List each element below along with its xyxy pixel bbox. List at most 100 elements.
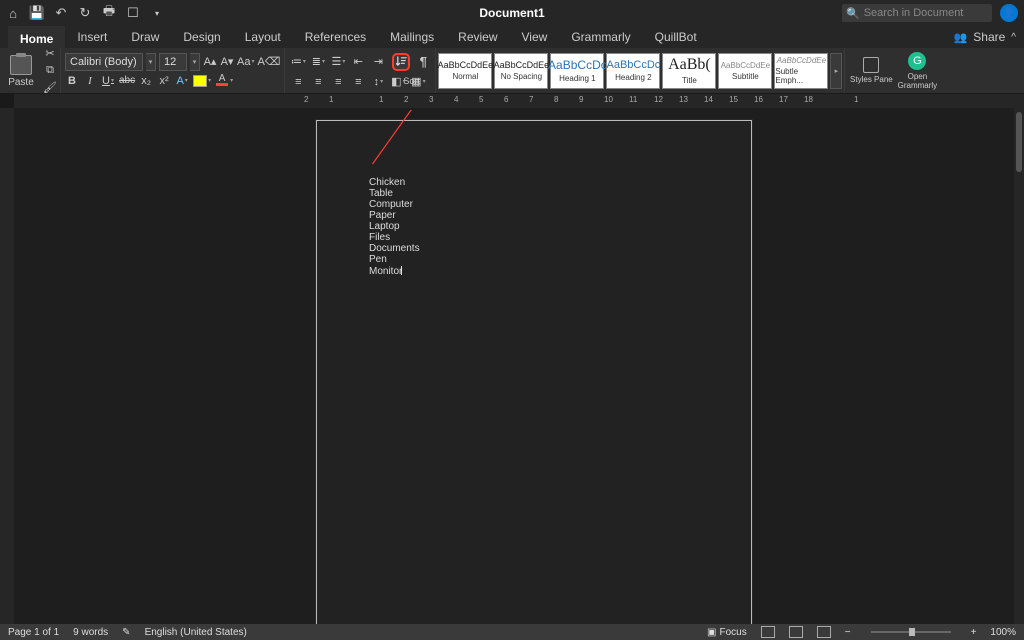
font-color-button[interactable]: A▾ [215, 73, 233, 89]
canvas-area[interactable]: ChickenTableComputerPaperLaptopFilesDocu… [14, 108, 1024, 624]
doc-line[interactable]: Laptop [369, 221, 699, 232]
italic-button[interactable]: I [83, 73, 97, 89]
undo-icon[interactable]: ↶ [54, 6, 68, 20]
tab-insert[interactable]: Insert [65, 26, 119, 48]
zoom-out-button[interactable]: − [845, 627, 851, 638]
ruler-tick: 7 [529, 95, 533, 104]
style-heading-2[interactable]: AaBbCcDcHeading 2 [606, 53, 660, 89]
tab-review[interactable]: Review [446, 26, 509, 48]
tab-quillbot[interactable]: QuillBot [643, 26, 709, 48]
style-subtitle[interactable]: AaBbCcDdEeSubtitle [718, 53, 772, 89]
doc-line[interactable]: Documents [369, 243, 699, 254]
search-input[interactable]: 🔍 Search in Document [842, 4, 992, 22]
open-grammarly-button[interactable]: G Open Grammarly [895, 50, 939, 92]
share-quick-icon[interactable]: ☐ [126, 6, 140, 20]
strike-button[interactable]: abc [119, 73, 135, 89]
align-left-icon[interactable]: ≡ [289, 74, 307, 90]
align-right-icon[interactable]: ≡ [329, 74, 347, 90]
profile-avatar[interactable]: 👤 [1000, 4, 1018, 22]
decrease-indent-icon[interactable]: ⇤ [349, 54, 367, 70]
tab-design[interactable]: Design [171, 26, 232, 48]
align-center-icon[interactable]: ≡ [309, 74, 327, 90]
bullets-icon[interactable]: ≔▾ [289, 54, 307, 70]
web-layout-view-icon[interactable] [789, 626, 803, 638]
ruler-tick: 2 [304, 95, 308, 104]
status-page[interactable]: Page 1 of 1 [8, 627, 59, 638]
redo-icon[interactable]: ↻ [78, 6, 92, 20]
multilevel-icon[interactable]: ☰▾ [329, 54, 347, 70]
zoom-level[interactable]: 100% [990, 627, 1016, 638]
horizontal-ruler[interactable]: 211234567891011121314151617181 [14, 94, 1024, 108]
numbering-icon[interactable]: ≣▾ [309, 54, 327, 70]
format-painter-icon[interactable]: 🖌 [42, 81, 58, 94]
line-spacing-icon[interactable]: ↕▾ [369, 74, 387, 90]
status-language[interactable]: English (United States) [145, 627, 247, 638]
page-content[interactable]: ChickenTableComputerPaperLaptopFilesDocu… [369, 177, 699, 277]
doc-line[interactable]: Paper [369, 210, 699, 221]
increase-indent-icon[interactable]: ⇥ [369, 54, 387, 70]
doc-line[interactable]: Table [369, 188, 699, 199]
clear-format-icon[interactable]: A⌫ [257, 54, 280, 70]
status-words[interactable]: 9 words [73, 627, 108, 638]
doc-line[interactable]: Chicken [369, 177, 699, 188]
change-case-icon[interactable]: Aa▾ [237, 54, 254, 70]
styles-more-button[interactable]: ▸ [830, 53, 842, 89]
qat-more-icon[interactable]: ▾ [150, 6, 164, 20]
sort-button[interactable] [392, 53, 410, 71]
justify-icon[interactable]: ≡ [349, 74, 367, 90]
bold-button[interactable]: B [65, 73, 79, 89]
print-layout-view-icon[interactable] [761, 626, 775, 638]
text-effects-icon[interactable]: A▾ [175, 73, 189, 89]
underline-button[interactable]: U▾ [101, 73, 115, 89]
outline-view-icon[interactable] [817, 626, 831, 638]
doc-line[interactable]: Monitor [369, 265, 699, 277]
doc-line[interactable]: Pen [369, 254, 699, 265]
zoom-slider[interactable] [871, 631, 951, 633]
show-marks-button[interactable]: ¶ [415, 54, 431, 70]
subscript-button[interactable]: x₂ [139, 73, 153, 89]
focus-mode-button[interactable]: ▣Focus [707, 627, 747, 638]
home-icon[interactable]: ⌂ [6, 6, 20, 20]
style-heading-1[interactable]: AaBbCcDcHeading 1 [550, 53, 604, 89]
font-name-dropdown-icon[interactable]: ▾ [146, 53, 156, 71]
tab-grammarly[interactable]: Grammarly [559, 26, 642, 48]
ribbon-collapse-icon[interactable]: ^ [1011, 32, 1016, 43]
tab-draw[interactable]: Draw [119, 26, 171, 48]
paste-button[interactable]: Paste [2, 48, 40, 93]
style-name: Normal [453, 72, 479, 81]
tab-home[interactable]: Home [8, 26, 65, 48]
style-title[interactable]: AaBb(Title [662, 53, 716, 89]
doc-line[interactable]: Files [369, 232, 699, 243]
style-subtle-emph-[interactable]: AaBbCcDdEeSubtle Emph... [774, 53, 828, 89]
tab-references[interactable]: References [293, 26, 378, 48]
font-size-select[interactable]: 12 [159, 53, 187, 71]
tab-view[interactable]: View [510, 26, 560, 48]
highlight-button[interactable]: ▾ [193, 73, 211, 89]
print-icon[interactable]: 🖶 [102, 6, 116, 20]
superscript-button[interactable]: x² [157, 73, 171, 89]
save-icon[interactable]: 💾 [30, 6, 44, 20]
share-button[interactable]: Share [973, 30, 1005, 44]
document-page[interactable]: ChickenTableComputerPaperLaptopFilesDocu… [316, 120, 752, 624]
doc-line[interactable]: Computer [369, 199, 699, 210]
styles-pane-button[interactable]: Styles Pane [849, 50, 893, 92]
scroll-thumb[interactable] [1016, 112, 1022, 172]
font-name-select[interactable]: Calibri (Body) [65, 53, 143, 71]
vertical-scrollbar[interactable] [1014, 108, 1024, 624]
shrink-font-icon[interactable]: A▾ [220, 54, 234, 70]
vertical-ruler[interactable] [0, 108, 14, 624]
style-preview: AaBbCcDc [548, 58, 607, 72]
grow-font-icon[interactable]: A▴ [203, 54, 217, 70]
ribbon-right: Styles Pane G Open Grammarly [845, 48, 943, 93]
zoom-in-button[interactable]: + [971, 627, 977, 638]
copy-icon[interactable]: ⧉ [42, 64, 58, 77]
font-size-dropdown-icon[interactable]: ▾ [190, 53, 200, 71]
style-no-spacing[interactable]: AaBbCcDdEeNo Spacing [494, 53, 548, 89]
zoom-knob[interactable] [909, 628, 915, 636]
style-normal[interactable]: AaBbCcDdEe Normal [438, 53, 492, 89]
spellcheck-icon[interactable]: ✎ [122, 627, 130, 638]
style-preview: AaBbCcDdEe [777, 56, 826, 65]
tab-layout[interactable]: Layout [233, 26, 293, 48]
tab-mailings[interactable]: Mailings [378, 26, 446, 48]
style-preview: AaBbCcDdEe [438, 60, 494, 70]
